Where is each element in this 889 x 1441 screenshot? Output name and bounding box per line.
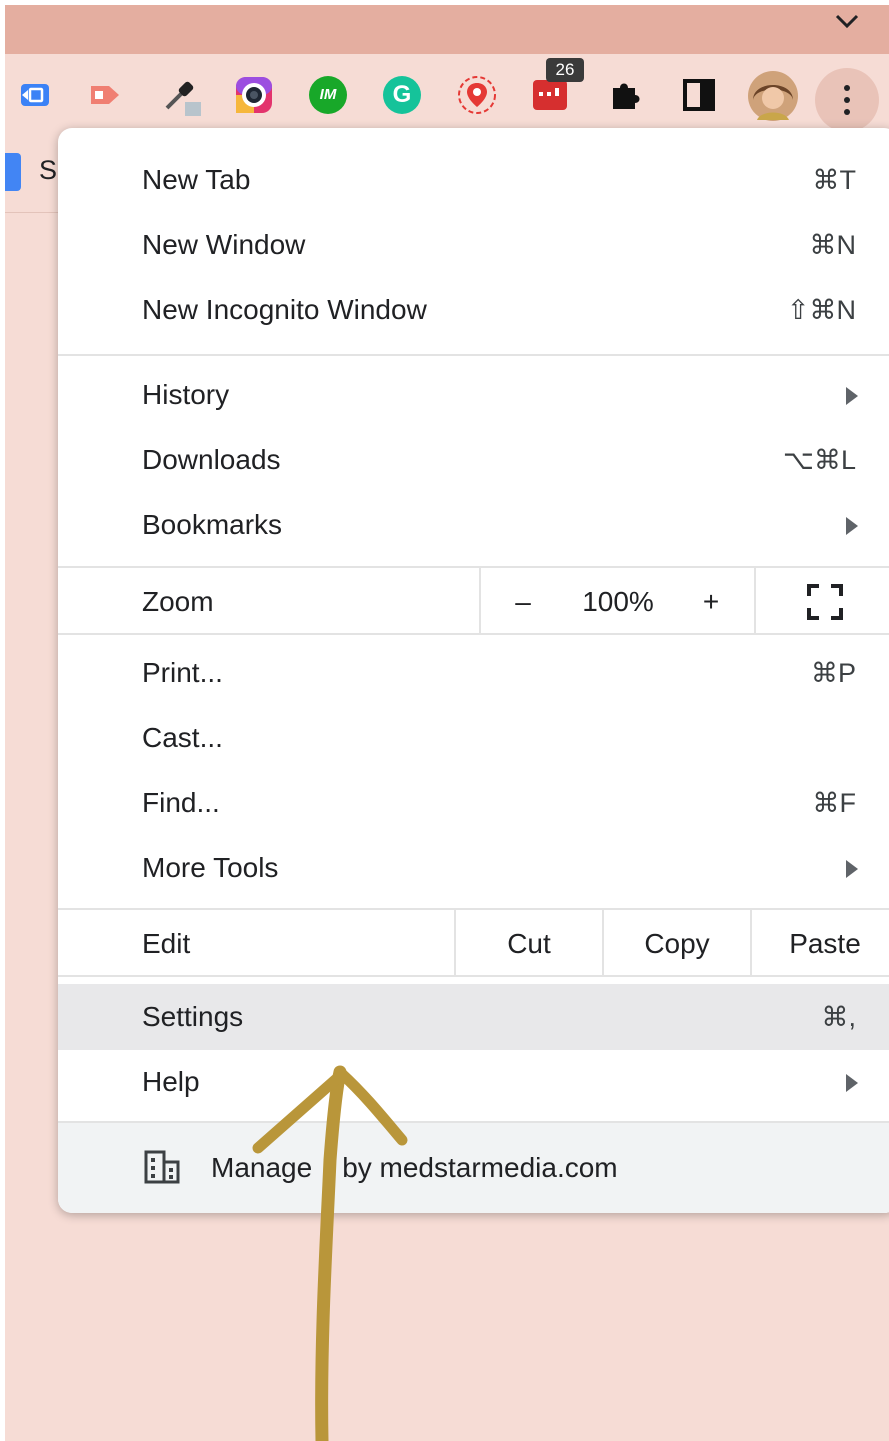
menu-item-history[interactable]: History [58,364,889,426]
menu-item-label: New Incognito Window [142,294,427,325]
submenu-arrow-icon [846,860,858,878]
zoom-level-value: 100% [582,586,654,617]
grammarly-icon[interactable]: G [381,74,423,116]
chrome-menu: New Tab ⌘T New Window ⌘N New Incognito W… [58,128,889,1213]
menu-item-shortcut: ⌘P [810,658,856,688]
bookmark-label[interactable]: S [39,155,57,186]
managed-by-label: Manage by medstarmedia.com [211,1152,618,1183]
menu-item-new-incognito-window[interactable]: New Incognito Window ⇧⌘N [58,279,889,341]
menu-separator [58,354,889,356]
puzzle-extensions-icon[interactable] [605,74,647,116]
kebab-dot-icon [844,97,850,103]
im-extension-icon[interactable]: IM [307,74,349,116]
managed-by-footer[interactable]: Manage by medstarmedia.com [58,1123,889,1213]
chrome-menu-button[interactable] [815,68,879,132]
paste-button[interactable]: Paste [752,913,889,975]
menu-separator [58,566,889,568]
menu-item-shortcut: ⌥⌘L [782,445,856,475]
bookmarks-bar-divider [5,212,65,213]
menu-item-label: History [142,379,230,410]
grammarly-icon-text: G [392,81,412,108]
calendar-badge-count: 26 [546,58,584,82]
screencast-extension-icon[interactable] [85,74,127,116]
menu-item-new-window[interactable]: New Window ⌘N [58,214,889,276]
menu-item-label: New Window [142,229,306,260]
menu-item-label: Settings [142,1001,244,1032]
menu-item-label: Help [142,1066,200,1097]
menu-item-label: Downloads [142,444,281,475]
menu-item-more-tools[interactable]: More Tools [58,837,889,899]
menu-item-label: New Tab [142,164,251,195]
zoom-divider [754,568,756,634]
camera-lens-extension-icon[interactable] [233,74,275,116]
building-icon [144,1150,180,1184]
browser-window: IM G 26 S New Tab ⌘T New Window ⌘N New I… [5,5,889,1441]
fullscreen-icon[interactable] [806,583,844,621]
menu-item-shortcut: ⌘, [821,1002,856,1032]
zoom-in-button[interactable]: + [676,571,746,633]
menu-item-label: Cast... [142,722,223,753]
menu-item-shortcut: ⌘T [812,165,857,195]
menu-item-label: Print... [142,657,223,688]
submenu-arrow-icon [846,1074,858,1092]
menu-separator [58,908,889,910]
chevron-down-icon[interactable] [834,11,860,31]
avatar[interactable] [747,70,799,122]
menu-item-print[interactable]: Print... ⌘P [58,642,889,704]
menu-item-shortcut: ⌘F [812,788,857,818]
menu-row-zoom: Zoom [58,569,889,635]
submenu-arrow-icon [846,387,858,405]
eyedropper-extension-icon[interactable] [159,74,201,116]
menu-separator [58,975,889,977]
menu-separator [58,633,889,635]
edit-label: Edit [142,928,191,959]
zoom-divider [479,568,481,634]
menu-item-help[interactable]: Help [58,1051,889,1113]
menu-item-shortcut: ⇧⌘N [786,295,856,325]
menu-item-find[interactable]: Find... ⌘F [58,772,889,834]
copy-button[interactable]: Copy [604,913,750,975]
menu-item-bookmarks[interactable]: Bookmarks [58,494,889,556]
menu-item-label: Bookmarks [142,509,283,540]
side-panel-icon[interactable] [678,74,720,116]
kebab-dot-icon [844,109,850,115]
menu-item-settings[interactable]: Settings ⌘, [58,986,889,1048]
menu-item-label: More Tools [142,852,279,883]
zoom-label: Zoom [142,586,214,617]
submenu-arrow-icon [846,517,858,535]
menu-item-new-tab[interactable]: New Tab ⌘T [58,149,889,211]
cut-button[interactable]: Cut [456,913,602,975]
title-bar [5,5,889,54]
kebab-dot-icon [844,85,850,91]
zoom-out-button[interactable]: – [488,571,558,633]
location-pin-extension-icon[interactable] [456,74,498,116]
menu-item-cast[interactable]: Cast... [58,707,889,769]
im-extension-text: IM [319,86,337,103]
menu-item-downloads[interactable]: Downloads ⌥⌘L [58,429,889,491]
menu-item-label: Find... [142,787,220,818]
docs-bookmark-icon[interactable] [5,153,21,191]
reader-extension-icon[interactable] [13,74,55,116]
menu-item-shortcut: ⌘N [809,230,857,260]
